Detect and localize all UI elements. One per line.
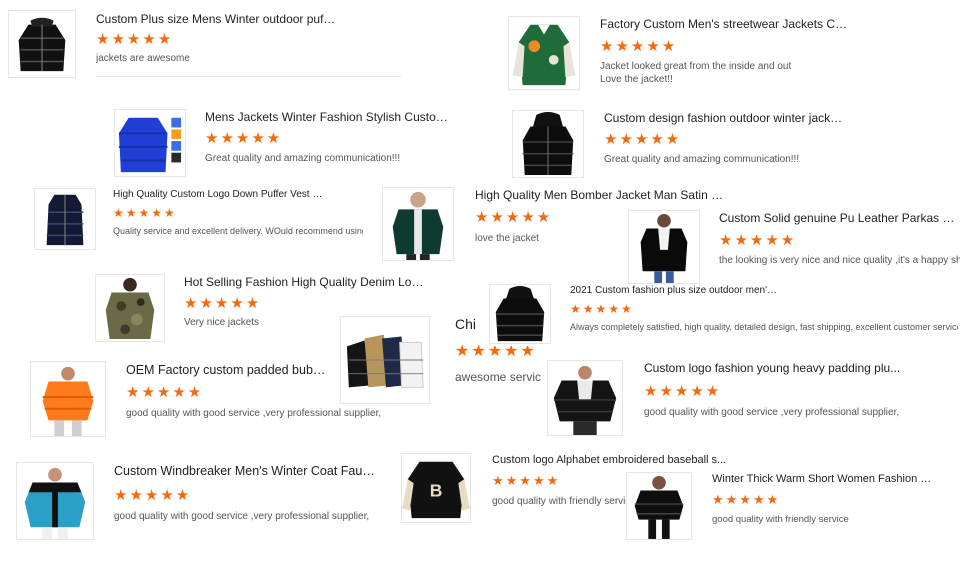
review-card[interactable]: OEM Factory custom padded bubble co ★★★★…: [30, 361, 381, 441]
black-hooded-puffer-icon[interactable]: [489, 284, 551, 344]
product-title[interactable]: Custom Solid genuine Pu Leather Parkas W…: [719, 211, 959, 225]
puffer-jackets-group-icon[interactable]: [340, 316, 430, 404]
navy-puffer-vest-icon[interactable]: [34, 188, 96, 250]
review-card[interactable]: B Custom logo Alphabet embroidered baseb…: [401, 453, 726, 525]
review-text: good quality with friendly servic: [492, 496, 628, 507]
star-rating: ★★★★★: [492, 474, 561, 487]
review-text: Great quality and amazing communication!…: [205, 153, 401, 164]
blue-puffer-jacket-icon[interactable]: [114, 109, 186, 177]
review-text: good quality with good service ,very pro…: [114, 511, 370, 522]
review-card[interactable]: Custom Windbreaker Men's Winter Coat Fau…: [16, 462, 391, 542]
product-title[interactable]: Winter Thick Warm Short Women Fashion Bl…: [712, 473, 937, 485]
black-baseball-jacket-icon[interactable]: B: [401, 453, 471, 523]
review-text: Always completely satisfied, high qualit…: [570, 322, 958, 332]
star-rating: ★★★★★: [719, 233, 797, 248]
review-text: good quality with good service ,very pro…: [126, 408, 382, 419]
review-text: Jacket looked great from the inside and …: [600, 61, 792, 72]
product-title[interactable]: Custom design fashion outdoor winter jac…: [604, 111, 844, 125]
camo-denim-jacket-icon[interactable]: [95, 274, 165, 342]
review-text: Love the jacket!!: [600, 74, 673, 85]
product-title[interactable]: High Quality Men Bomber Jacket Man Satin…: [475, 188, 725, 202]
orange-puffer-jacket-icon[interactable]: [30, 361, 106, 437]
review-card[interactable]: Mens Jackets Winter Fashion Stylish Cust…: [114, 109, 459, 179]
review-text: jackets are awesome: [96, 53, 190, 64]
review-card[interactable]: High Quality Custom Logo Down Puffer Ves…: [34, 188, 364, 252]
review-card[interactable]: 2021 Custom fashion plus size outdoor me…: [489, 284, 960, 346]
product-title[interactable]: Factory Custom Men's streetwear Jackets …: [600, 17, 850, 31]
star-rating: ★★★★★: [113, 207, 177, 219]
star-rating: ★★★★★: [712, 493, 781, 506]
star-rating: ★★★★★: [184, 296, 262, 311]
review-card[interactable]: Custom Plus size Mens Winter outdoor puf…: [8, 10, 403, 82]
star-rating: ★★★★★: [600, 39, 678, 54]
black-leather-parka-icon[interactable]: [628, 210, 700, 284]
star-rating: ★★★★★: [570, 303, 634, 315]
black-hooded-puffer-icon[interactable]: [512, 110, 584, 178]
product-title[interactable]: 2021 Custom fashion plus size outdoor me…: [570, 285, 780, 296]
black-short-puffer-icon[interactable]: [626, 472, 692, 540]
review-text: good quality with good service ,very pro…: [644, 407, 900, 418]
review-text: Quality service and excellent delivery. …: [113, 226, 363, 236]
product-title[interactable]: Hot Selling Fashion High Quality Denim L…: [184, 275, 424, 289]
star-rating: ★★★★★: [475, 210, 553, 225]
review-card[interactable]: Custom design fashion outdoor winter jac…: [512, 110, 852, 180]
product-title[interactable]: Custom logo fashion young heavy padding …: [644, 361, 904, 375]
star-rating: ★★★★★: [96, 32, 174, 47]
blue-black-puffer-icon[interactable]: [16, 462, 94, 540]
svg-text:B: B: [430, 481, 443, 501]
review-card[interactable]: Custom Solid genuine Pu Leather Parkas W…: [628, 210, 960, 286]
review-card[interactable]: Custom logo fashion young heavy padding …: [547, 360, 917, 440]
divider: [96, 76, 401, 77]
review-text: Great quality and amazing communication!…: [604, 154, 800, 165]
review-card[interactable]: Factory Custom Men's streetwear Jackets …: [508, 16, 858, 92]
star-rating: ★★★★★: [126, 385, 204, 400]
review-text: the looking is very nice and nice qualit…: [719, 255, 960, 266]
star-rating: ★★★★★: [114, 488, 192, 503]
product-title[interactable]: High Quality Custom Logo Down Puffer Ves…: [113, 189, 323, 200]
star-rating: ★★★★★: [604, 132, 682, 147]
black-puffer-jacket-icon[interactable]: [8, 10, 76, 78]
star-rating: ★★★★★: [455, 344, 537, 360]
black-padded-jacket-icon[interactable]: [547, 360, 623, 436]
green-varsity-jacket-icon[interactable]: [508, 16, 580, 90]
green-bomber-jacket-icon[interactable]: [382, 187, 454, 261]
review-text: good quality with friendly service: [712, 514, 849, 525]
star-rating: ★★★★★: [644, 384, 722, 399]
product-title[interactable]: Custom Windbreaker Men's Winter Coat Fau…: [114, 464, 379, 478]
star-rating: ★★★★★: [205, 131, 283, 146]
review-card[interactable]: Winter Thick Warm Short Women Fashion Bl…: [626, 472, 938, 542]
product-title[interactable]: Custom Plus size Mens Winter outdoor puf…: [96, 12, 336, 26]
product-title[interactable]: Mens Jackets Winter Fashion Stylish Cust…: [205, 110, 453, 124]
product-title[interactable]: OEM Factory custom padded bubble co: [126, 363, 329, 377]
review-text: awesome servic: [455, 370, 542, 384]
product-title[interactable]: Custom logo Alphabet embroidered basebal…: [492, 454, 728, 466]
